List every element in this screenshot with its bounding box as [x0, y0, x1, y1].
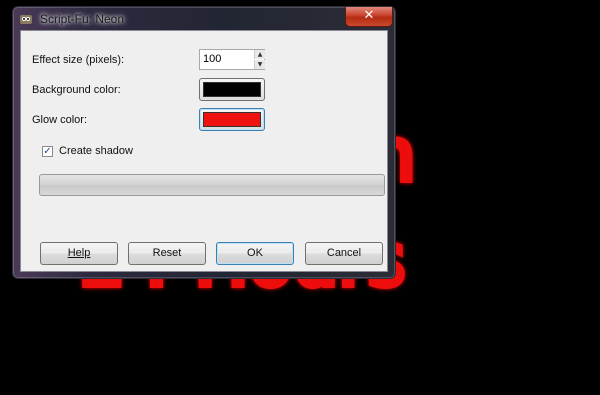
reset-button-label: Reset — [152, 247, 182, 259]
window-title: Script-Fu: Neon — [40, 12, 125, 26]
background-color-button[interactable] — [199, 78, 265, 101]
progress-bar — [39, 174, 385, 196]
ok-button-label: OK — [247, 247, 263, 259]
close-button[interactable]: ✕ — [345, 7, 393, 27]
close-icon: ✕ — [363, 8, 375, 23]
cancel-button-label: Cancel — [326, 247, 362, 259]
gimp-wilber-icon — [20, 15, 32, 24]
reset-button[interactable]: Reset — [128, 242, 206, 265]
help-button[interactable]: Help — [40, 242, 118, 265]
effect-size-spinbox[interactable]: 100 ▲ ▼ — [199, 49, 265, 70]
create-shadow-label[interactable]: Create shadow — [59, 145, 133, 157]
glow-color-label: Glow color: — [32, 114, 88, 126]
checkmark-icon: ✓ — [43, 146, 52, 157]
background-color-label: Background color: — [32, 84, 121, 96]
title-bar[interactable]: Script-Fu: Neon ✕ — [13, 7, 395, 31]
background-color-swatch — [203, 82, 261, 97]
glow-color-swatch — [203, 112, 261, 127]
help-button-label: Help — [67, 247, 91, 259]
effect-size-label: Effect size (pixels): — [32, 54, 125, 66]
ok-button[interactable]: OK — [216, 242, 294, 265]
spin-down-icon[interactable]: ▼ — [254, 60, 265, 69]
script-fu-dialog: Script-Fu: Neon ✕ Effect size (pixels): … — [12, 6, 396, 279]
create-shadow-checkbox[interactable]: ✓ — [42, 146, 53, 157]
spin-up-icon[interactable]: ▲ — [254, 50, 265, 59]
effect-size-value[interactable]: 100 — [203, 53, 221, 65]
glow-color-button[interactable] — [199, 108, 265, 131]
cancel-button[interactable]: Cancel — [305, 242, 383, 265]
dialog-client-area: Effect size (pixels): 100 ▲ ▼ Background… — [20, 30, 388, 272]
